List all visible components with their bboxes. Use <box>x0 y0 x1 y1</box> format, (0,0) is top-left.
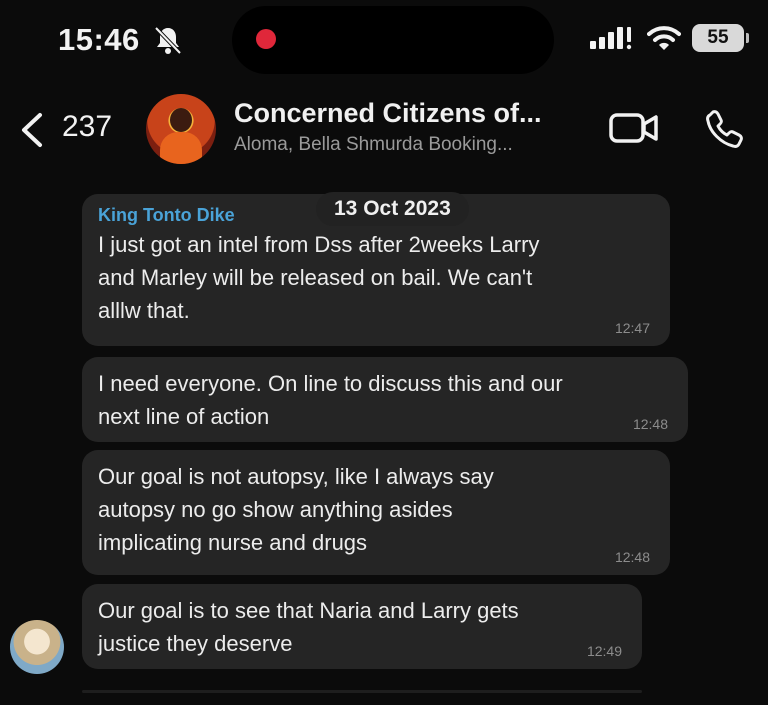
bell-slash-icon <box>154 26 182 55</box>
next-message-edge <box>82 690 642 693</box>
group-members[interactable]: Aloma, Bella Shmurda Booking... <box>234 134 513 156</box>
sender-avatar[interactable] <box>10 620 64 674</box>
signal-icon <box>590 27 632 50</box>
video-call-icon[interactable] <box>608 110 660 146</box>
message-text: Our goal is not autopsy, like I always s… <box>98 464 494 555</box>
message-time: 12:47 <box>614 320 650 336</box>
back-unread-count[interactable]: 237 <box>62 110 112 144</box>
message-time: 12:48 <box>632 416 668 432</box>
message-text: I just got an intel from Dss after 2week… <box>98 232 540 323</box>
message-bubble[interactable]: Our goal is to see that Naria and Larry … <box>82 584 642 669</box>
group-name[interactable]: Concerned Citizens of... <box>234 98 542 129</box>
message-bubble[interactable]: I need everyone. On line to discuss this… <box>82 357 688 442</box>
message-text: I need everyone. On line to discuss this… <box>98 371 563 429</box>
back-chevron-icon[interactable] <box>18 112 46 148</box>
message-time: 12:48 <box>614 549 650 565</box>
phone-call-icon[interactable] <box>704 108 744 148</box>
dynamic-island <box>232 6 554 74</box>
group-avatar[interactable] <box>146 94 216 164</box>
battery-indicator: 55 <box>692 24 749 52</box>
message-time: 12:49 <box>586 643 622 659</box>
recording-indicator <box>256 29 276 49</box>
chat-header: 237 Concerned Citizens of... Aloma, Bell… <box>0 82 768 178</box>
status-bar: 15:46 55 <box>0 0 768 80</box>
date-separator: 13 Oct 2023 <box>316 192 469 226</box>
wifi-icon <box>647 26 681 50</box>
status-time: 15:46 <box>58 22 140 57</box>
message-bubble[interactable]: Our goal is not autopsy, like I always s… <box>82 450 670 575</box>
message-text: Our goal is to see that Naria and Larry … <box>98 598 519 656</box>
